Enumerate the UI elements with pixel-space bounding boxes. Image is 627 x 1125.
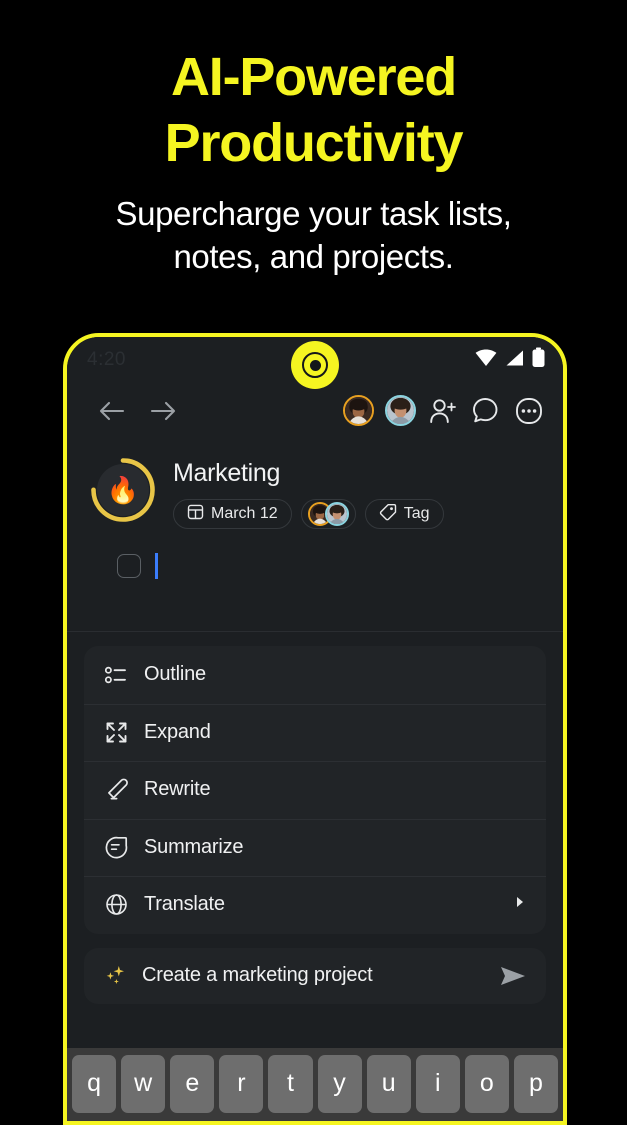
menu-item-translate[interactable]: Translate [84,876,546,934]
ai-actions-menu: Outline Expand Rewrite Summarize Transla… [84,646,546,934]
nav-toolbar [67,383,563,438]
ai-prompt-bar[interactable]: Create a marketing project [84,947,546,1004]
tag-chip[interactable]: Tag [364,499,444,529]
wifi-icon [475,349,497,371]
menu-item-label: Rewrite [144,778,211,801]
document-header: 🔥 Marketing March 12 Tag [67,438,563,529]
key-t[interactable]: t [268,1055,313,1113]
key-p[interactable]: p [513,1055,558,1113]
front-camera-notch [291,341,339,389]
status-clock: 4:20 [87,349,126,370]
document-emoji: 🔥 [106,474,140,505]
key-w[interactable]: w [121,1055,166,1113]
assignees-chip[interactable] [300,499,356,529]
menu-item-label: Translate [144,893,225,916]
on-screen-keyboard: q w e r t y u i o p [67,1048,563,1121]
task-checkbox[interactable] [117,554,141,578]
menu-item-summarize[interactable]: Summarize [84,818,546,877]
document-meta: Marketing March 12 Tag [173,456,444,529]
sparkles-icon [104,964,128,988]
key-r[interactable]: r [219,1055,264,1113]
menu-item-label: Outline [144,663,206,686]
page-subtitle: Supercharge your task lists, notes, and … [115,195,512,275]
text-caret [155,553,158,579]
avatar [324,502,349,526]
key-u[interactable]: u [366,1055,411,1113]
menu-item-label: Summarize [144,835,244,858]
tag-chip-label: Tag [403,505,430,522]
outline-list-icon [104,663,128,687]
promo-screenshot: AI-Powered Productivity Supercharge your… [0,0,627,1125]
pencil-icon [104,778,128,802]
battery-icon [532,347,545,373]
back-button[interactable] [85,390,137,432]
status-bar: 4:20 [67,337,563,389]
phone-screen: 4:20 🔥 Marketing March 12 Tag Outline Ex… [67,337,563,1121]
avatar[interactable] [343,395,374,426]
camera-ring [302,352,328,378]
calendar-icon [187,503,204,525]
expand-arrows-icon [104,720,128,744]
toolbar-actions [343,395,545,427]
menu-item-rewrite[interactable]: Rewrite [84,761,546,819]
globe-icon [104,893,128,917]
document-chips: March 12 Tag [173,499,444,529]
send-arrow-icon[interactable] [498,961,528,991]
menu-item-label: Expand [144,720,211,743]
cellular-signal-icon [505,349,524,371]
camera-lens [309,359,321,371]
chevron-right-icon [514,895,526,914]
divider [67,631,563,632]
tag-icon [379,503,397,526]
date-chip[interactable]: March 12 [173,499,292,529]
add-person-icon[interactable] [427,395,459,427]
status-icons [475,347,545,373]
summarize-document-icon [104,835,128,859]
key-q[interactable]: q [72,1055,117,1113]
page-title: AI-Powered Productivity [164,47,464,173]
phone-mockup: 4:20 🔥 Marketing March 12 Tag Outline Ex… [63,333,567,1125]
key-i[interactable]: i [415,1055,460,1113]
avatar-group [307,502,349,526]
menu-item-expand[interactable]: Expand [84,703,546,762]
key-y[interactable]: y [317,1055,362,1113]
forward-button[interactable] [137,390,189,432]
keyboard-row-1: q w e r t y u i o p [72,1055,558,1113]
hero-section: AI-Powered Productivity Supercharge your… [0,0,627,278]
document-title[interactable]: Marketing [173,458,444,488]
key-e[interactable]: e [170,1055,215,1113]
avatar[interactable] [385,395,416,426]
task-row[interactable] [67,529,563,579]
prompt-input[interactable]: Create a marketing project [142,964,373,987]
more-options-icon[interactable] [513,395,545,427]
comment-icon[interactable] [470,395,502,427]
key-o[interactable]: o [464,1055,509,1113]
progress-ring[interactable]: 🔥 [89,456,157,524]
menu-item-outline[interactable]: Outline [84,646,546,704]
date-chip-label: March 12 [211,505,278,522]
